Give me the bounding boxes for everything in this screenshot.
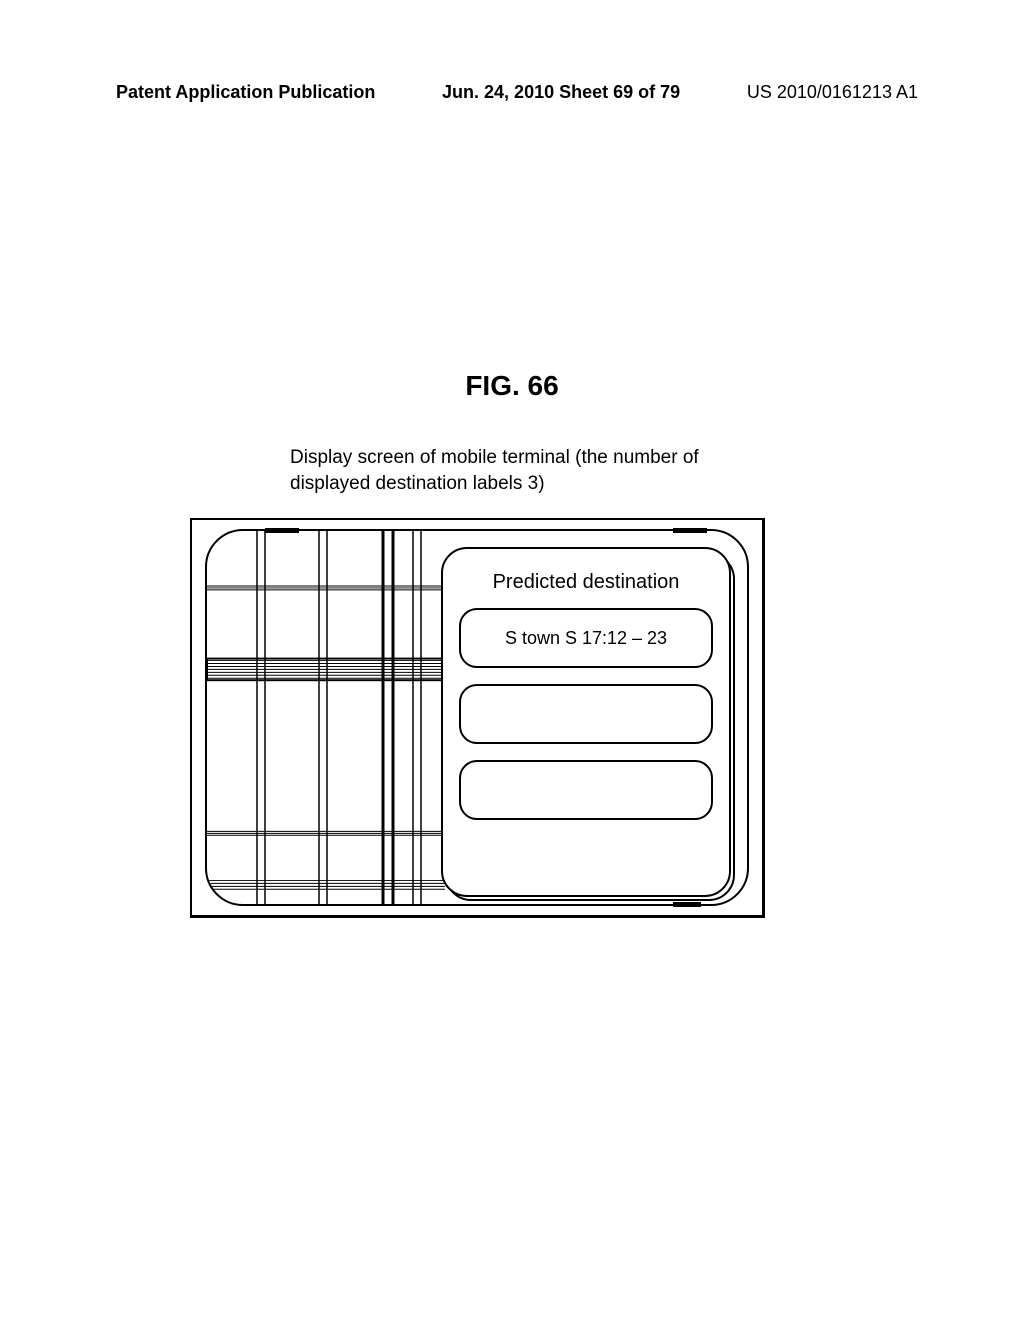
figure-caption: Display screen of mobile terminal (the n… xyxy=(290,445,710,496)
frame-tick-icon xyxy=(673,528,707,533)
pub-date: Jun. 24, 2010 Sheet 69 of 79 xyxy=(442,82,680,103)
device-frame: Predicted destination S town S 17:12 – 2… xyxy=(190,518,765,918)
map-area xyxy=(207,531,445,904)
panel-title: Predicted destination xyxy=(459,571,713,594)
destination-slot[interactable] xyxy=(459,760,713,820)
pub-number: US 2010/0161213 A1 xyxy=(747,82,918,103)
frame-tick-icon xyxy=(673,902,701,907)
destination-panel: Predicted destination S town S 17:12 – 2… xyxy=(441,547,731,897)
figure-title: FIG. 66 xyxy=(0,370,1024,402)
pub-type: Patent Application Publication xyxy=(116,82,375,103)
destination-slot[interactable]: S town S 17:12 – 23 xyxy=(459,608,713,668)
device-screen: Predicted destination S town S 17:12 – 2… xyxy=(205,529,749,906)
destination-slot[interactable] xyxy=(459,684,713,744)
